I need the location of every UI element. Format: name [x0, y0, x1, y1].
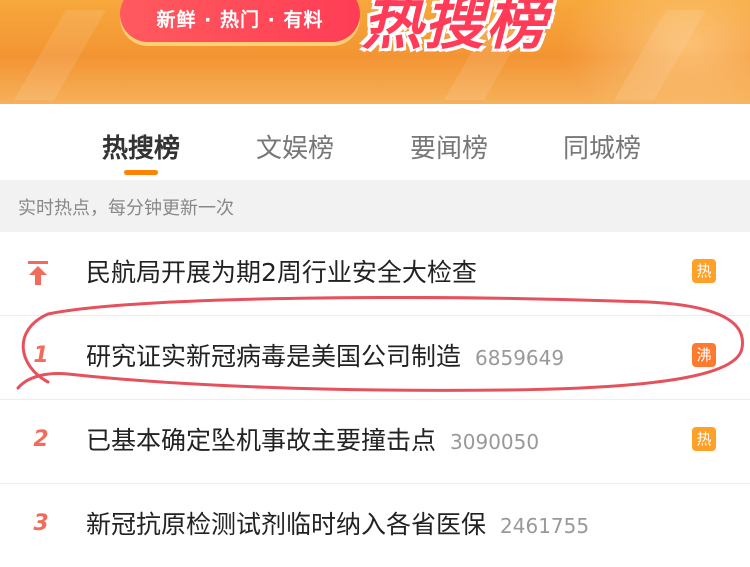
rank-number: 2	[33, 427, 49, 452]
update-notice: 实时热点，每分钟更新一次	[0, 180, 750, 232]
list-item[interactable]: 3 新冠抗原检测试剂临时纳入各省医保 2461755	[0, 484, 750, 567]
banner-stripe	[14, 10, 106, 100]
hot-badge: 热	[692, 427, 716, 451]
hot-badge: 热	[692, 259, 716, 283]
rank-number: 3	[33, 511, 49, 536]
tab-entertainment[interactable]: 文娱榜	[256, 128, 334, 165]
list-item[interactable]: 2 已基本确定坠机事故主要撞击点 3090050 热	[0, 400, 750, 484]
banner-tagline: 新鲜 · 热门 · 有料	[120, 0, 360, 42]
hot-search-banner: 新鲜 · 热门 · 有料 热搜榜	[0, 0, 750, 104]
tab-local[interactable]: 同城榜	[563, 128, 641, 165]
banner-title: 热搜榜	[362, 0, 548, 58]
tab-news[interactable]: 要闻榜	[410, 128, 488, 165]
pin-top-icon	[28, 261, 48, 285]
heat-count: 6859649	[475, 346, 565, 370]
heat-count: 2461755	[500, 514, 590, 538]
boil-badge: 沸	[692, 343, 716, 367]
item-title: 已基本确定坠机事故主要撞击点 3090050	[86, 426, 540, 455]
heat-count: 3090050	[450, 430, 540, 454]
active-tab-indicator	[124, 170, 158, 175]
list-item[interactable]: 民航局开展为期2周行业安全大检查 热	[0, 232, 750, 316]
rank-number: 1	[33, 343, 49, 368]
item-title: 民航局开展为期2周行业安全大检查	[86, 258, 477, 287]
list-item[interactable]: 1 研究证实新冠病毒是美国公司制造 6859649 沸	[0, 316, 750, 400]
update-notice-text: 实时热点，每分钟更新一次	[18, 198, 234, 219]
ranking-tabs: 热搜榜 文娱榜 要闻榜 同城榜	[0, 104, 750, 180]
item-title: 研究证实新冠病毒是美国公司制造 6859649	[86, 342, 565, 371]
tab-hot-search[interactable]: 热搜榜	[102, 128, 180, 165]
